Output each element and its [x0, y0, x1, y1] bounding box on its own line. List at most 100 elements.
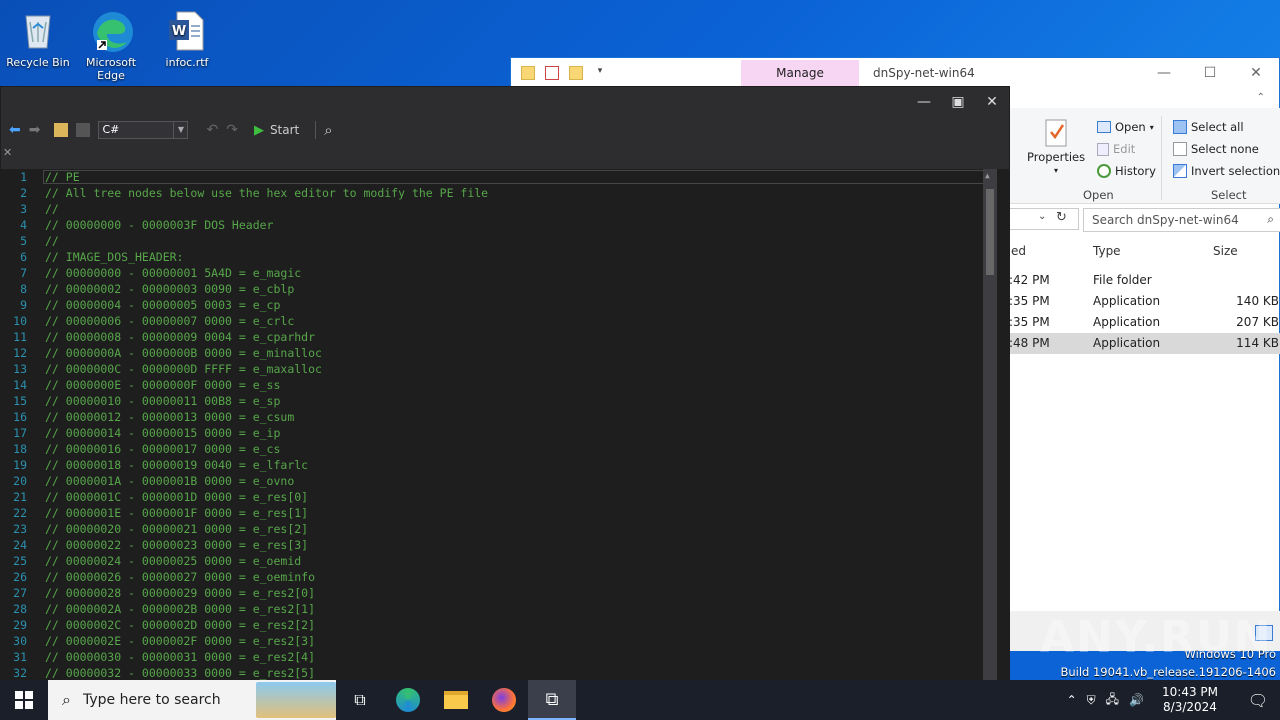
- line-number: 2: [20, 186, 27, 200]
- search-input[interactable]: Search dnSpy-net-win64 ⌕: [1083, 208, 1280, 232]
- show-hidden-icons-icon[interactable]: ⌃: [1067, 693, 1077, 707]
- code-line: 15 // 00000010 - 00000011 00B8 = e_sp: [1, 393, 1009, 409]
- undo-icon[interactable]: ↶: [206, 122, 218, 138]
- security-icon[interactable]: ⛨: [1087, 693, 1096, 708]
- line-number: 31: [13, 650, 27, 664]
- line-number: 15: [13, 394, 27, 408]
- folder-icon: [444, 691, 468, 709]
- minimize-button[interactable]: —: [1141, 65, 1187, 81]
- desktop-icon-edge[interactable]: Microsoft Edge: [73, 0, 149, 82]
- file-row[interactable]: :35 PM Application 207 KB: [1009, 312, 1280, 333]
- open-file-icon[interactable]: [54, 123, 69, 137]
- start-button[interactable]: [0, 680, 48, 720]
- taskbar-search-input[interactable]: ⌕ Type here to search: [48, 680, 336, 720]
- close-button[interactable]: ✕: [975, 87, 1009, 117]
- column-header-type[interactable]: Type: [1093, 244, 1121, 258]
- code-text: // 0000000C - 0000000D FFFF = e_maxalloc: [45, 362, 322, 376]
- current-line-highlight: [43, 170, 986, 184]
- column-header-size[interactable]: Size: [1213, 244, 1238, 258]
- back-icon[interactable]: ⬅: [9, 122, 21, 138]
- code-line: 23 // 00000020 - 00000021 0000 = e_res[2]: [1, 521, 1009, 537]
- code-text: // 00000016 - 00000017 0000 = e_cs: [45, 442, 281, 456]
- line-number: 29: [13, 618, 27, 632]
- open-list-icon[interactable]: [76, 123, 91, 137]
- line-number: 13: [13, 362, 27, 376]
- start-button[interactable]: ▶ Start: [254, 123, 299, 138]
- taskbar-dnspy[interactable]: ⧉: [528, 680, 576, 720]
- code-line: 17 // 00000014 - 00000015 0000 = e_ip: [1, 425, 1009, 441]
- code-line: 5 //: [1, 233, 1009, 249]
- svg-text:W: W: [172, 24, 186, 39]
- language-select[interactable]: C# ▼: [98, 121, 189, 139]
- tab-manage[interactable]: Manage: [741, 60, 859, 86]
- code-line: 30 // 0000002E - 0000002F 0000 = e_res2[3…: [1, 633, 1009, 649]
- line-number: 32: [13, 666, 27, 680]
- refresh-icon[interactable]: ↻: [1056, 210, 1067, 225]
- line-number: 4: [20, 218, 27, 232]
- file-row[interactable]: :35 PM Application 140 KB: [1009, 291, 1280, 312]
- line-number: 27: [13, 586, 27, 600]
- dnspy-title-bar: — ▣ ✕: [1, 87, 1009, 117]
- edit-icon: [1097, 142, 1109, 156]
- scrollbar-thumb[interactable]: [986, 189, 994, 275]
- code-text: // 00000024 - 00000025 0000 = e_oemid: [45, 554, 302, 568]
- code-line: 13 // 0000000C - 0000000D FFFF = e_maxall…: [1, 361, 1009, 377]
- chevron-down-icon[interactable]: ▾: [593, 66, 607, 80]
- ribbon: Properties ▾ Open ▾ Edit History Open Sel…: [1009, 108, 1280, 204]
- desktop-icon-recycle-bin[interactable]: Recycle Bin: [0, 0, 76, 69]
- line-number: 18: [13, 442, 27, 456]
- close-tab-icon[interactable]: ✕: [3, 146, 12, 159]
- history-button[interactable]: History: [1097, 164, 1156, 178]
- edit-button[interactable]: Edit: [1097, 142, 1135, 156]
- select-none-button[interactable]: Select none: [1173, 142, 1259, 156]
- search-icon[interactable]: ⌕: [315, 121, 333, 139]
- properties-button[interactable]: Properties ▾: [1027, 118, 1085, 175]
- taskbar-edge[interactable]: [384, 680, 432, 720]
- line-number: 5: [20, 234, 27, 248]
- vertical-scrollbar[interactable]: ▲: [983, 169, 997, 681]
- folder-icon[interactable]: [521, 66, 535, 80]
- chevron-down-icon[interactable]: ⌄: [1038, 211, 1046, 222]
- code-text: // 00000000 - 00000001 5A4D = e_magic: [45, 266, 302, 280]
- minimize-button[interactable]: —: [907, 87, 941, 117]
- taskbar-firefox[interactable]: [480, 680, 528, 720]
- taskbar-file-explorer[interactable]: [432, 680, 480, 720]
- invert-selection-button[interactable]: Invert selection: [1173, 164, 1280, 178]
- redo-icon[interactable]: ↷: [226, 122, 238, 138]
- task-view-button[interactable]: ⧉: [336, 680, 384, 720]
- maximize-button[interactable]: ☐: [1187, 65, 1233, 81]
- properties-check-icon[interactable]: [545, 66, 559, 80]
- close-button[interactable]: ✕: [1233, 65, 1279, 81]
- maximize-button[interactable]: ▣: [941, 87, 975, 117]
- code-line: 25 // 00000024 - 00000025 0000 = e_oemid: [1, 553, 1009, 569]
- open-button[interactable]: Open ▾: [1097, 120, 1154, 134]
- address-bar[interactable]: ⌄ ↻: [1009, 208, 1079, 230]
- volume-icon[interactable]: 🔊: [1129, 693, 1144, 707]
- forward-icon[interactable]: ➡: [29, 122, 41, 138]
- file-row[interactable]: :42 PM File folder: [1009, 270, 1280, 291]
- document-tab-strip: ✕: [1, 143, 1009, 163]
- network-icon[interactable]: 🖧: [1106, 690, 1119, 711]
- notifications-icon[interactable]: 🗨: [1236, 691, 1280, 710]
- code-text: // 00000006 - 00000007 0000 = e_crlc: [45, 314, 295, 328]
- desktop-icon-infoc[interactable]: W infoc.rtf: [149, 0, 225, 69]
- column-header-modified[interactable]: ed: [1011, 244, 1026, 258]
- scroll-up-icon[interactable]: ▲: [985, 171, 990, 180]
- code-editor[interactable]: 1 // PE 2 // All tree nodes below use the h…: [1, 169, 1009, 681]
- new-folder-icon[interactable]: [569, 66, 583, 80]
- code-line: 28 // 0000002A - 0000002B 0000 = e_res2[1…: [1, 601, 1009, 617]
- ribbon-separator: [1161, 116, 1162, 200]
- code-line: 1 // PE: [1, 169, 1009, 185]
- clock[interactable]: 10:43 PM 8/3/2024: [1154, 685, 1226, 715]
- code-text: // 0000000A - 0000000B 0000 = e_minalloc: [45, 346, 322, 360]
- desktop-icon-label: infoc.rtf: [165, 56, 209, 69]
- code-text: // 00000026 - 00000027 0000 = e_oeminfo: [45, 570, 316, 584]
- file-row[interactable]: :48 PM Application 114 KB: [1009, 333, 1280, 354]
- select-none-icon: [1173, 142, 1187, 156]
- select-all-button[interactable]: Select all: [1173, 120, 1244, 134]
- select-group-label: Select: [1211, 188, 1247, 202]
- taskbar: ⌕ Type here to search ⧉ ⧉ ⌃ ⛨ 🖧 🔊 10:43 …: [0, 680, 1280, 720]
- dnspy-window: — ▣ ✕ ⬅ ➡ C# ▼ ↶ ↷ ▶ Start ⌕ ✕ 1 // PE 2 //…: [0, 86, 1010, 681]
- ribbon-collapse-icon[interactable]: ⌃: [1257, 92, 1265, 103]
- code-text: // 00000020 - 00000021 0000 = e_res[2]: [45, 522, 309, 536]
